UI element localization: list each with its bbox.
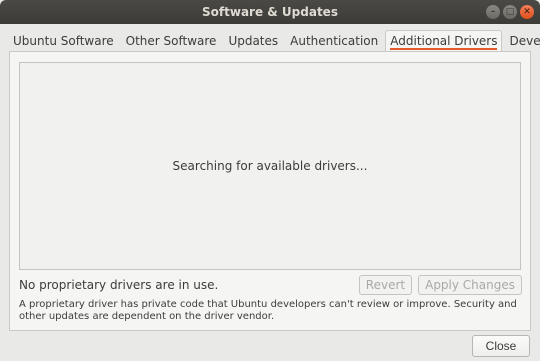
tab-additional-drivers[interactable]: Additional Drivers bbox=[385, 30, 503, 51]
close-icon[interactable]: ✕ bbox=[520, 5, 534, 19]
window-controls: – □ ✕ bbox=[486, 5, 534, 19]
maximize-icon[interactable]: □ bbox=[503, 5, 517, 19]
tab-other-software[interactable]: Other Software bbox=[121, 30, 222, 51]
tab-updates[interactable]: Updates bbox=[223, 30, 283, 51]
proprietary-driver-info: A proprietary driver has private code th… bbox=[19, 299, 517, 322]
tab-authentication[interactable]: Authentication bbox=[285, 30, 383, 51]
driver-status-text: No proprietary drivers are in use. bbox=[19, 278, 219, 292]
minimize-icon[interactable]: – bbox=[486, 5, 500, 19]
additional-drivers-panel: Searching for available drivers... No pr… bbox=[9, 51, 531, 331]
close-button[interactable]: Close bbox=[472, 335, 530, 357]
driver-status-row: No proprietary drivers are in use. Rever… bbox=[19, 274, 522, 296]
tab-ubuntu-software[interactable]: Ubuntu Software bbox=[8, 30, 119, 51]
apply-changes-button[interactable]: Apply Changes bbox=[418, 275, 522, 295]
title-bar[interactable]: Software & Updates – □ ✕ bbox=[0, 0, 540, 24]
drivers-list[interactable]: Searching for available drivers... bbox=[19, 62, 521, 270]
revert-button[interactable]: Revert bbox=[358, 275, 413, 295]
software-updates-window: Software & Updates – □ ✕ Ubuntu Software… bbox=[0, 0, 540, 361]
tab-bar: Ubuntu Software Other Software Updates A… bbox=[8, 30, 540, 51]
window-title: Software & Updates bbox=[202, 5, 338, 19]
tab-developer-options[interactable]: Developer Options bbox=[504, 30, 540, 51]
searching-status: Searching for available drivers... bbox=[172, 159, 368, 173]
